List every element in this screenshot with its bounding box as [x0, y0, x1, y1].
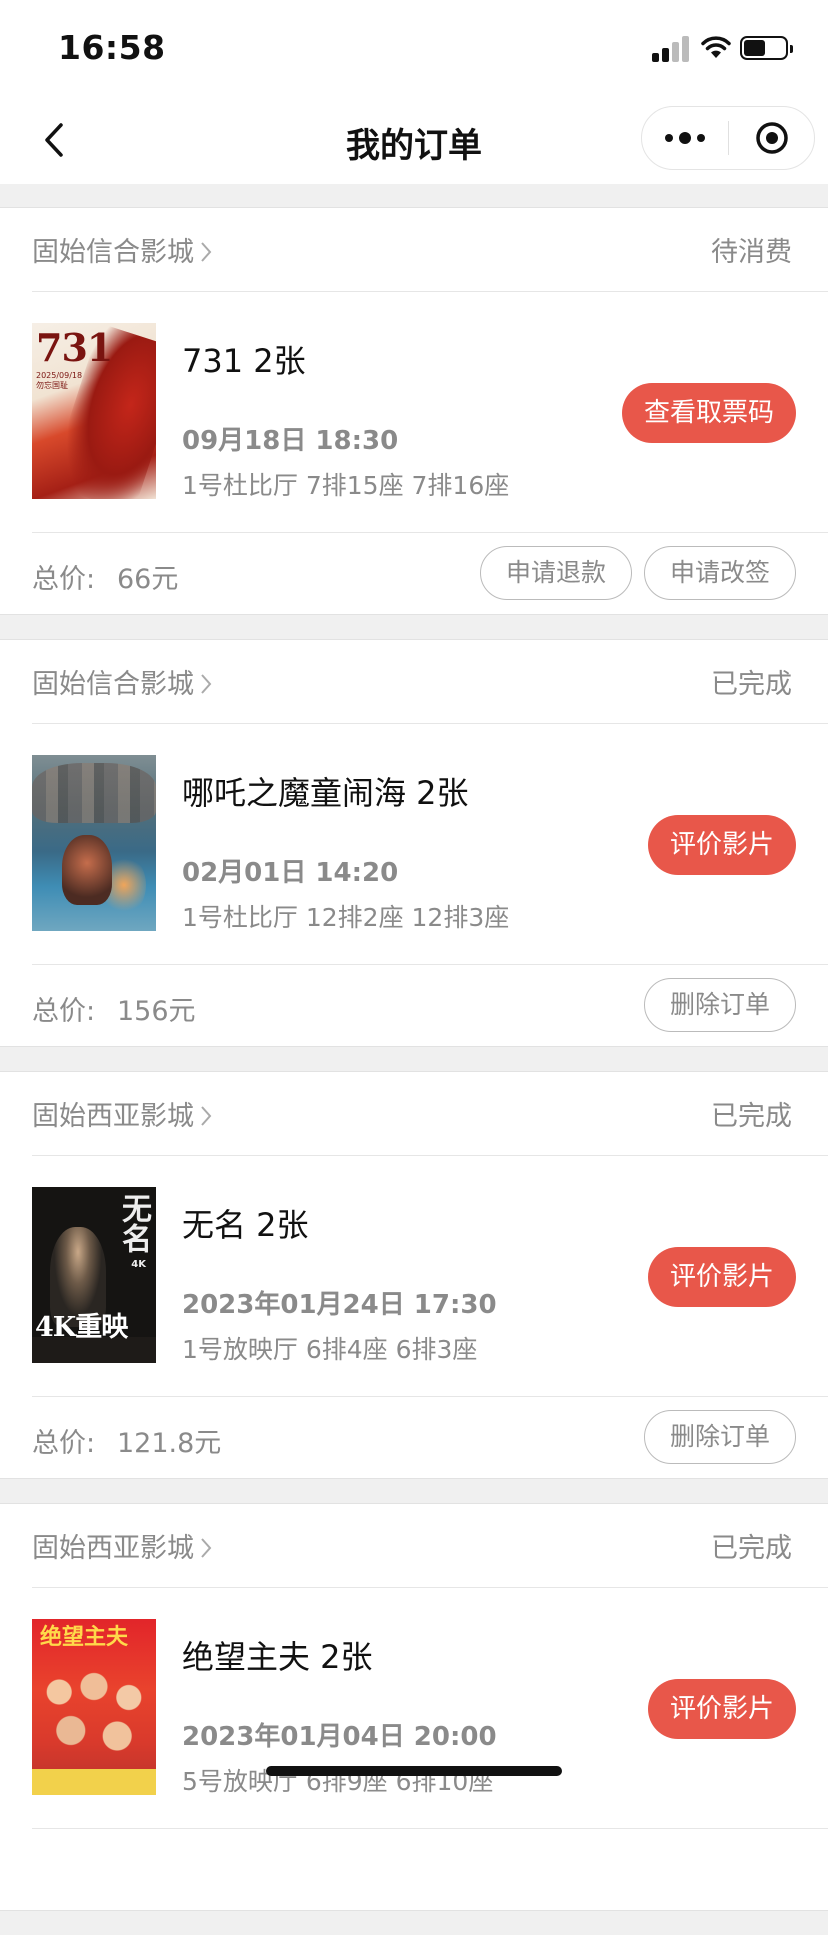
order-body[interactable]: 无名 4K 4K重映 无名 2张 2023年01月24日 17:30 1号放映厅… [32, 1156, 828, 1397]
battery-icon [740, 36, 793, 60]
poster-title: 731 [36, 325, 113, 370]
poster-text: 2025/09/18 勿忘国耻 [36, 371, 83, 390]
nav-bar: 我的订单 [0, 96, 828, 184]
cinema-link[interactable]: 固始西亚影城 [32, 1094, 212, 1133]
rate-movie-button[interactable]: 评价影片 [647, 815, 796, 875]
total-label: 总价: [32, 564, 96, 595]
cinema-link[interactable]: 固始信合影城 [32, 662, 212, 701]
home-indicator[interactable] [266, 1766, 562, 1776]
order-body[interactable]: 哪吒之魔童闹海 2张 02月01日 14:20 1号杜比厅 12排2座 12排3… [32, 724, 828, 965]
order-status: 待消费 [711, 237, 792, 268]
chevron-right-icon [201, 1537, 212, 1558]
order-card: 固始西亚影城 已完成 无名 4K 4K重映 无名 2张 2023年01月24日 … [0, 1071, 828, 1479]
order-body[interactable]: 731 2025/09/18 勿忘国耻 731 2张 09月18日 18:30 1… [32, 292, 828, 533]
rate-movie-button[interactable]: 评价影片 [647, 1679, 796, 1739]
movie-poster: 731 2025/09/18 勿忘国耻 [32, 323, 156, 499]
seat-info: 1号杜比厅 12排2座 12排3座 [182, 903, 510, 932]
movie-poster [32, 755, 156, 931]
view-ticket-code-button[interactable]: 查看取票码 [621, 383, 796, 443]
order-header: 固始信合影城 待消费 [32, 208, 828, 292]
order-list: 固始信合影城 待消费 731 2025/09/18 勿忘国耻 731 2张 09月… [0, 207, 828, 1935]
refund-button[interactable]: 申请退款 [480, 546, 632, 600]
chevron-right-icon [201, 673, 212, 694]
cinema-name: 固始信合影城 [32, 669, 194, 700]
battery-level [744, 40, 765, 56]
poster-title: 无名 [116, 1193, 151, 1253]
status-bar: 16:58 [0, 0, 828, 96]
close-miniprogram-button[interactable] [729, 107, 815, 169]
seat-info: 1号放映厅 6排4座 6排3座 [182, 1335, 478, 1364]
order-status: 已完成 [711, 1101, 792, 1132]
order-footer: 总价: 156元 删除订单 [32, 965, 828, 1048]
show-time: 2023年01月24日 17:30 [182, 1290, 497, 1320]
order-card: 固始信合影城 已完成 哪吒之魔童闹海 2张 02月01日 14:20 1号杜比厅… [0, 639, 828, 1047]
order-header: 固始西亚影城 已完成 [32, 1504, 828, 1588]
show-time: 02月01日 14:20 [182, 858, 399, 888]
movie-title: 731 2张 [182, 342, 306, 380]
reschedule-button[interactable]: 申请改签 [644, 546, 796, 600]
cinema-name: 固始西亚影城 [32, 1101, 194, 1132]
total-label: 总价: [32, 1428, 96, 1459]
show-time: 09月18日 18:30 [182, 426, 399, 456]
total-label: 总价: [32, 996, 96, 1027]
movie-title: 无名 2张 [182, 1206, 309, 1244]
order-footer: 总价: 66元 申请退款 申请改签 [32, 533, 828, 616]
order-status: 已完成 [711, 669, 792, 700]
order-header: 固始信合影城 已完成 [32, 640, 828, 724]
movie-title: 绝望主夫 2张 [182, 1638, 373, 1676]
movie-title: 哪吒之魔童闹海 2张 [182, 774, 469, 812]
more-button[interactable] [642, 107, 728, 169]
order-card: 固始信合影城 待消费 731 2025/09/18 勿忘国耻 731 2张 09月… [0, 207, 828, 615]
rate-movie-button[interactable]: 评价影片 [647, 1247, 796, 1307]
wifi-icon [701, 36, 731, 58]
total-price: 66元 [117, 564, 179, 595]
chevron-right-icon [201, 1105, 212, 1126]
delete-order-button[interactable]: 删除订单 [644, 1410, 796, 1464]
poster-badge: 4K [131, 1259, 146, 1270]
total-price: 156元 [117, 996, 196, 1027]
order-card: 固始西亚影城 已完成 绝望主夫 绝望主夫 2张 2023年01月04日 20:0… [0, 1503, 828, 1911]
delete-order-button[interactable]: 删除订单 [644, 978, 796, 1032]
total-price: 121.8元 [117, 1428, 222, 1459]
order-footer: 总价: 121.8元 删除订单 [32, 1397, 828, 1480]
chevron-right-icon [201, 241, 212, 262]
order-body[interactable]: 绝望主夫 绝望主夫 2张 2023年01月04日 20:00 5号放映厅 6排9… [32, 1588, 828, 1829]
cinema-name: 固始信合影城 [32, 237, 194, 268]
cinema-link[interactable]: 固始信合影城 [32, 230, 212, 269]
order-header: 固始西亚影城 已完成 [32, 1072, 828, 1156]
movie-poster: 无名 4K 4K重映 [32, 1187, 156, 1363]
order-status: 已完成 [711, 1533, 792, 1564]
miniprogram-capsule [641, 106, 815, 170]
movie-poster: 绝望主夫 [32, 1619, 156, 1795]
target-close-icon [756, 122, 788, 154]
show-time: 2023年01月04日 20:00 [182, 1722, 497, 1752]
seat-info: 1号杜比厅 7排15座 7排16座 [182, 471, 510, 500]
status-time: 16:58 [58, 28, 166, 67]
cellular-signal-icon [652, 36, 690, 62]
cinema-name: 固始西亚影城 [32, 1533, 194, 1564]
poster-title: 绝望主夫 [40, 1624, 129, 1650]
poster-rerelease: 4K重映 [35, 1312, 128, 1343]
cinema-link[interactable]: 固始西亚影城 [32, 1526, 212, 1565]
more-dots-icon [665, 134, 673, 142]
